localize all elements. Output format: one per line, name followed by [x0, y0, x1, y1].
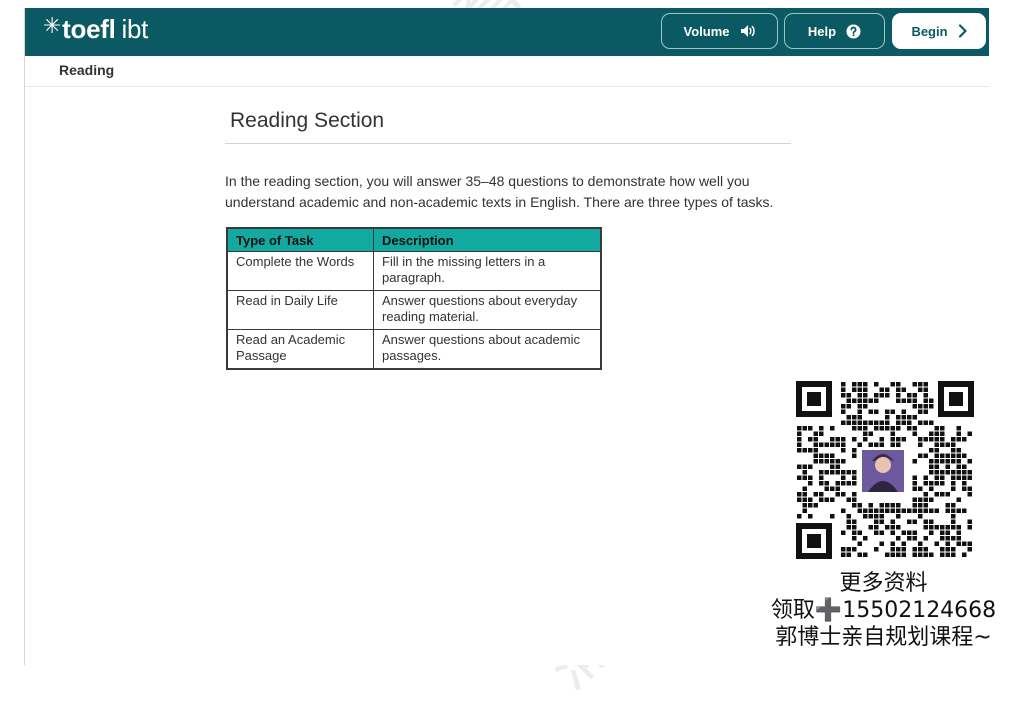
- table-row: Complete the Words Fill in the missing l…: [226, 251, 602, 291]
- avatar: [860, 448, 906, 494]
- promo-line: 郭博士亲自规划课程~: [775, 625, 992, 650]
- toefl-ibt-logo: ✳toefl ibt: [43, 13, 149, 44]
- chevron-right-icon: [958, 24, 967, 38]
- promo-text: 更多资料 领取➕15502124668 郭博士亲自规划课程~: [752, 570, 1015, 651]
- column-header-type: Type of Task: [226, 227, 374, 252]
- column-header-description: Description: [373, 227, 602, 252]
- task-type-cell: Read an Academic Passage: [226, 329, 374, 370]
- task-types-table: Type of Task Description Complete the Wo…: [226, 227, 602, 370]
- task-type-cell: Complete the Words: [226, 251, 374, 291]
- help-button-label: Help: [807, 23, 837, 39]
- begin-button[interactable]: Begin: [892, 13, 986, 49]
- app-window: ✳toefl ibt Volume Help Begin Reading Rea…: [24, 8, 989, 665]
- title-divider: [225, 143, 791, 144]
- intro-paragraph: In the reading section, you will answer …: [225, 173, 774, 210]
- promo-line: 更多资料: [839, 571, 928, 596]
- task-description-cell: Fill in the missing letters in a paragra…: [373, 251, 602, 291]
- speaker-icon: [740, 24, 756, 38]
- begin-button-label: Begin: [911, 23, 948, 39]
- help-button[interactable]: Help: [784, 13, 885, 49]
- section-bar: Reading: [25, 56, 989, 87]
- table-row: Read in Daily Life Answer questions abou…: [226, 290, 602, 330]
- page-title: Reading Section: [230, 109, 385, 132]
- asterisk-icon: ✳: [43, 13, 62, 38]
- task-type-cell: Read in Daily Life: [226, 290, 374, 330]
- task-description-cell: Answer questions about academic passages…: [373, 329, 602, 370]
- table-row: Read an Academic Passage Answer question…: [226, 329, 602, 370]
- volume-button-label: Volume: [683, 23, 730, 39]
- qr-code-image: [796, 381, 974, 559]
- top-bar: ✳toefl ibt Volume Help Begin: [25, 8, 989, 56]
- promo-line: 领取➕15502124668: [770, 598, 997, 623]
- volume-button[interactable]: Volume: [661, 13, 778, 49]
- table-header-row: Type of Task Description: [226, 227, 602, 252]
- section-label: Reading: [59, 62, 115, 78]
- task-description-cell: Answer questions about everyday reading …: [373, 290, 602, 330]
- question-circle-icon: [846, 24, 861, 39]
